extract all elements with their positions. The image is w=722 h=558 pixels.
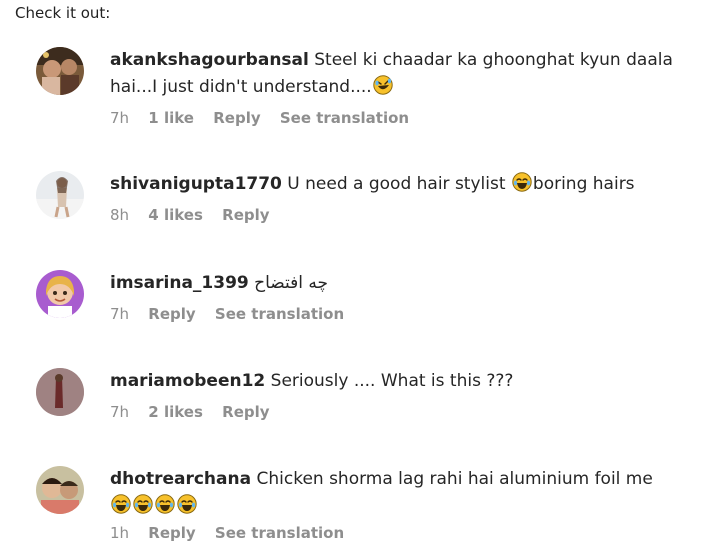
reply-button[interactable]: Reply (213, 109, 260, 127)
reply-button[interactable]: Reply (222, 403, 269, 421)
likes-count[interactable]: 2 likes (148, 403, 203, 421)
avatar[interactable] (36, 47, 84, 95)
rolling-laughing-emoji-icon (373, 75, 393, 95)
avatar[interactable] (36, 270, 84, 318)
comment-message-continued: boring hairs (532, 174, 635, 194)
comment-meta: 7h 1 like Reply See translation (110, 109, 690, 127)
likes-count[interactable]: 1 like (148, 109, 194, 127)
comment-meta: 1h Reply See translation (110, 524, 690, 542)
see-translation-button[interactable]: See translation (215, 524, 344, 542)
avatar[interactable] (36, 368, 84, 416)
joy-emoji-icon (177, 494, 197, 514)
comment-username[interactable]: akankshagourbansal (110, 50, 309, 70)
comment-meta: 7h Reply See translation (110, 305, 690, 323)
joy-emoji-icon (111, 494, 131, 514)
comment-meta: 8h 4 likes Reply (110, 206, 690, 224)
comment-text: mariamobeen12 Seriously .... What is thi… (110, 368, 690, 395)
comment-username[interactable]: dhotrearchana (110, 469, 251, 489)
comment-time: 7h (110, 305, 130, 323)
comment-username[interactable]: shivanigupta1770 (110, 174, 282, 194)
likes-count[interactable]: 4 likes (148, 206, 203, 224)
avatar[interactable] (36, 466, 84, 514)
see-translation-button[interactable]: See translation (215, 305, 344, 323)
reply-button[interactable]: Reply (148, 305, 195, 323)
see-translation-button[interactable]: See translation (280, 109, 409, 127)
comment-message: U need a good hair stylist (287, 174, 506, 194)
comment-message: Chicken shorma lag rahi hai aluminium fo… (256, 469, 653, 489)
comment-username[interactable]: imsarina_1399 (110, 273, 249, 293)
comment-text: dhotrearchana Chicken shorma lag rahi ha… (110, 466, 690, 520)
comment-time: 7h (110, 109, 130, 127)
comment-text: shivanigupta1770 U need a good hair styl… (110, 171, 690, 198)
comment-message: Seriously .... What is this ??? (270, 371, 514, 391)
comment-text: imsarina_1399 چه افتضاح (110, 270, 690, 297)
joy-emoji-icon (155, 494, 175, 514)
intro-text: Check it out: (15, 4, 111, 22)
comment-username[interactable]: mariamobeen12 (110, 371, 265, 391)
reply-button[interactable]: Reply (222, 206, 269, 224)
comment-time: 8h (110, 206, 130, 224)
comment-message: چه افتضاح (254, 273, 329, 293)
reply-button[interactable]: Reply (148, 524, 195, 542)
comment-text: akankshagourbansal Steel ki chaadar ka g… (110, 47, 690, 101)
comment-meta: 7h 2 likes Reply (110, 403, 690, 421)
joy-emoji-icon (512, 172, 532, 192)
comment-time: 7h (110, 403, 130, 421)
joy-emoji-icon (133, 494, 153, 514)
avatar[interactable] (36, 171, 84, 219)
comment-time: 1h (110, 524, 130, 542)
